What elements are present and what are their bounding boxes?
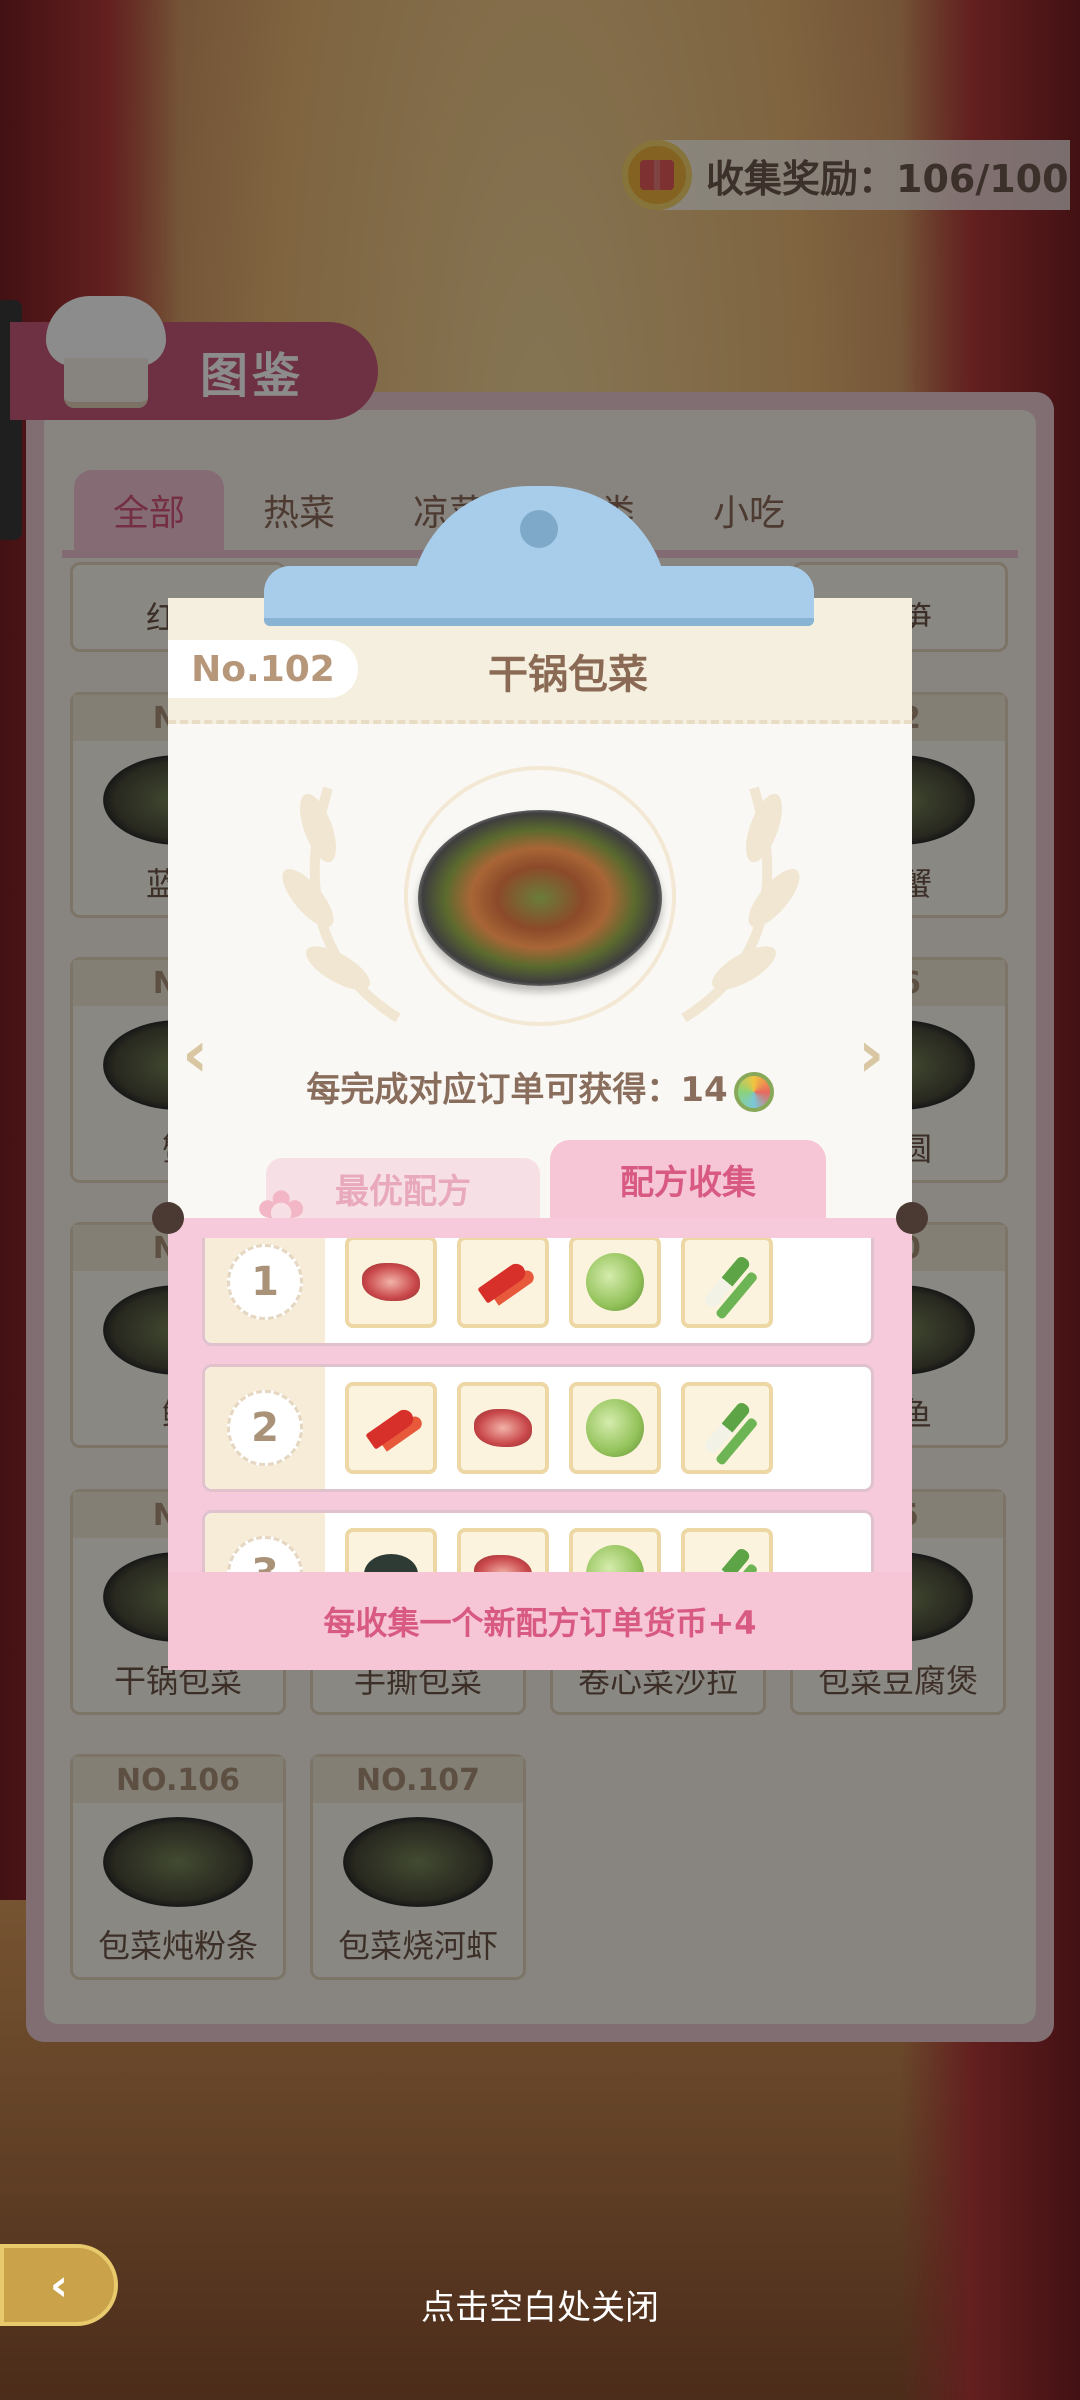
- cabbage-icon: [569, 1528, 661, 1572]
- dish-title: 干锅包菜: [488, 652, 648, 698]
- meat-icon: [457, 1382, 549, 1474]
- recipe-row[interactable]: 2: [202, 1364, 874, 1492]
- tab-recipe-collection[interactable]: 配方收集: [550, 1140, 826, 1218]
- leek-icon: [681, 1382, 773, 1474]
- leek-icon: [681, 1528, 773, 1572]
- chili-pepper-icon: [457, 1238, 549, 1328]
- recipe-collection-panel: 1 2 3 每收集一个新配方订单货币+4: [152, 1202, 928, 1670]
- meat-icon: [345, 1238, 437, 1328]
- chili-pepper-icon: [345, 1382, 437, 1474]
- earn-info: 每完成对应订单可获得：14: [168, 1062, 912, 1112]
- collection-bonus-text: 每收集一个新配方订单货币+4: [168, 1572, 912, 1670]
- cabbage-icon: [569, 1238, 661, 1328]
- earn-text: 每完成对应订单可获得：14: [306, 1070, 728, 1110]
- meat-icon: [457, 1528, 549, 1572]
- leek-icon: [681, 1238, 773, 1328]
- mushroom-icon: [345, 1528, 437, 1572]
- recipe-detail-modal: No.102 干锅包菜 ‹ › 每完成对应订单可获得：14 最优配方 ✿ 配方收…: [152, 598, 928, 1670]
- recipe-index: 1: [227, 1244, 303, 1320]
- dish-image: [418, 810, 662, 986]
- dish-number: No.102: [168, 640, 358, 698]
- recipe-index: 3: [227, 1536, 303, 1572]
- cabbage-icon: [569, 1382, 661, 1474]
- recipe-list[interactable]: 1 2 3: [202, 1238, 874, 1572]
- recipe-row[interactable]: 1: [202, 1238, 874, 1346]
- laurel-left-icon: [282, 786, 401, 1023]
- recipe-row[interactable]: 3: [202, 1510, 874, 1572]
- clipboard-bar: [264, 566, 814, 626]
- currency-coin-icon: [733, 1071, 774, 1112]
- tab-best-recipe[interactable]: 最优配方: [266, 1158, 540, 1218]
- close-hint: 点击空白处关闭: [421, 2288, 659, 2328]
- laurel-right-icon: [681, 786, 800, 1023]
- recipe-index: 2: [227, 1390, 303, 1466]
